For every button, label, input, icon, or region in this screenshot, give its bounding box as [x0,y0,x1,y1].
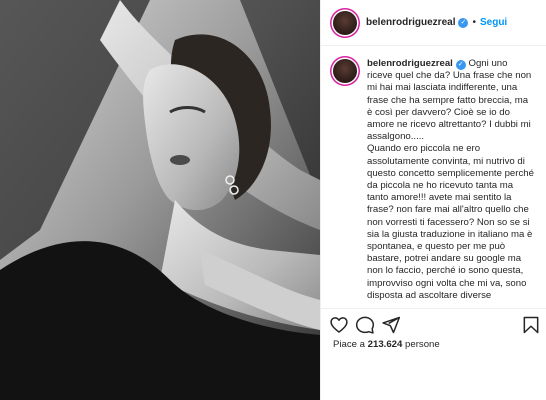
separator-dot: • [472,17,476,28]
caption-username-link[interactable]: belenrodriguezreal [367,58,453,69]
comment-icon[interactable] [355,315,375,335]
caption-body: Ogni uno riceve quel che da? Una frase c… [367,58,534,301]
caption-row: belenrodriguezreal ✓ Ogni uno riceve quel… [321,46,546,302]
verified-badge-icon: ✓ [458,17,469,28]
caption-text: belenrodriguezreal ✓ Ogni uno riceve quel… [367,58,535,302]
likes-count[interactable]: Piace a 213.624 persone [333,339,440,350]
post-header: belenrodriguezreal ✓ • Segui [321,0,546,46]
post-sidebar: belenrodriguezreal ✓ • Segui belenrodrig… [320,0,546,400]
likes-prefix: Piace a [333,339,368,350]
verified-badge-icon: ✓ [455,60,466,70]
username-link[interactable]: belenrodriguezreal [366,17,455,28]
share-icon[interactable] [381,315,401,335]
avatar[interactable] [333,59,357,83]
likes-suffix: persone [402,339,440,350]
likes-number: 213.624 [367,339,403,350]
bookmark-icon[interactable] [521,315,541,335]
action-icons [329,315,541,337]
action-bar: Piace a 213.624 persone [321,308,546,368]
comments-section[interactable]: belenrodriguezreal ✓ Ogni uno riceve quel… [321,46,546,308]
avatar[interactable] [333,10,357,35]
follow-button[interactable]: Segui [480,17,507,28]
heart-icon[interactable] [329,315,349,335]
post-photo[interactable] [0,0,320,400]
photo-artwork [0,0,320,400]
instagram-post: belenrodriguezreal ✓ • Segui belenrodrig… [0,0,546,400]
